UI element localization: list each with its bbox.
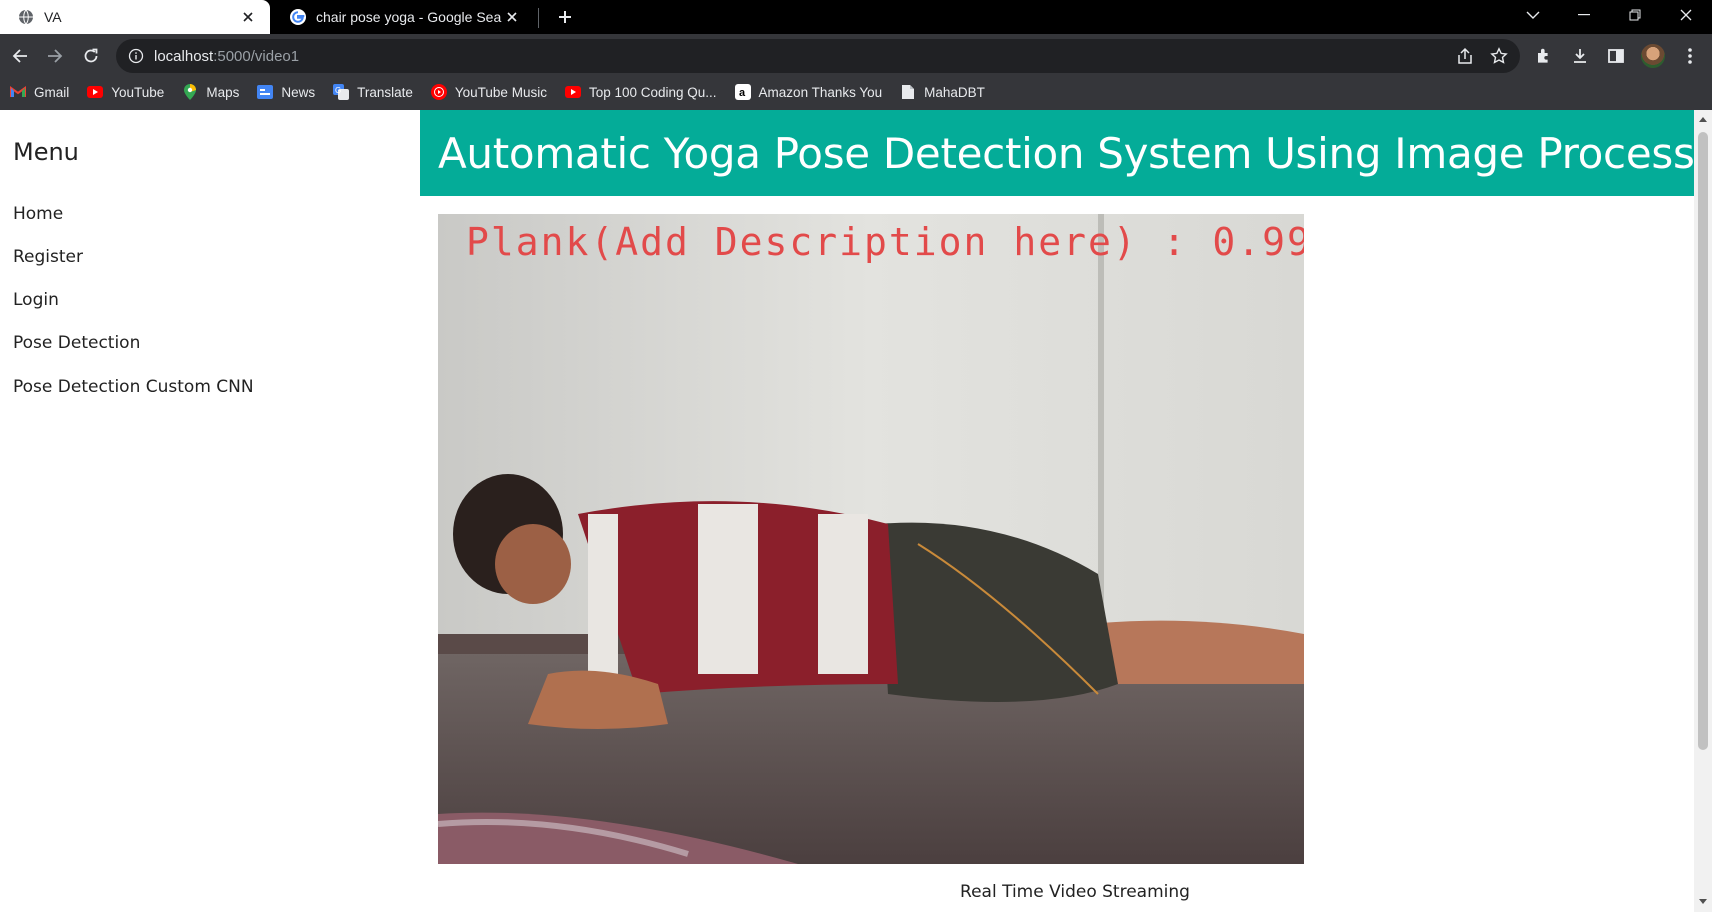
download-icon[interactable] — [1566, 42, 1594, 70]
page-content: Menu Home Register Login Pose Detection … — [0, 110, 1712, 912]
bookmark-label: News — [281, 84, 316, 100]
restore-icon — [1629, 9, 1641, 21]
profile-avatar[interactable] — [1641, 44, 1665, 68]
svg-text:a: a — [739, 87, 746, 99]
tab-separator — [538, 8, 539, 28]
video-stream: Plank(Add Description here) : 0.999998 — [438, 214, 1304, 864]
bookmark-label: YouTube — [111, 84, 165, 100]
forward-button[interactable] — [41, 42, 69, 70]
url-text: localhost:5000/video1 — [154, 48, 299, 65]
translate-icon: G — [333, 84, 350, 100]
bookmark-label: Amazon Thanks You — [758, 84, 883, 100]
bookmark-youtube[interactable]: YouTube — [87, 84, 164, 100]
back-arrow-icon — [12, 49, 27, 63]
side-panel-icon[interactable] — [1602, 42, 1630, 70]
bookmark-star-icon[interactable] — [1488, 45, 1510, 67]
extensions-icon[interactable] — [1530, 42, 1558, 70]
close-icon — [1680, 9, 1692, 21]
menu-item-pose-detection-custom-cnn[interactable]: Pose Detection Custom CNN — [13, 377, 254, 397]
menu-item-login[interactable]: Login — [13, 290, 59, 310]
tab-google-search[interactable]: chair pose yoga - Google Search — [272, 0, 534, 34]
site-info-icon[interactable] — [128, 48, 144, 64]
tab-search-button[interactable] — [1510, 0, 1556, 30]
scroll-thumb[interactable] — [1698, 132, 1708, 750]
back-button[interactable] — [6, 42, 34, 70]
page-title: Automatic Yoga Pose Detection System Usi… — [438, 128, 1712, 178]
menu-item-pose-detection[interactable]: Pose Detection — [13, 333, 140, 353]
scrollbar[interactable] — [1694, 110, 1712, 912]
svg-text:G: G — [335, 86, 341, 95]
google-g-icon — [290, 9, 306, 25]
bookmark-top-100-coding[interactable]: Top 100 Coding Qu... — [564, 84, 717, 100]
restore-button[interactable] — [1612, 0, 1658, 30]
bookmark-gmail[interactable]: Gmail — [10, 84, 69, 100]
sidebar: Menu Home Register Login Pose Detection … — [0, 110, 420, 912]
bookmark-youtube-music[interactable]: YouTube Music — [430, 84, 547, 100]
scroll-up-icon[interactable] — [1698, 114, 1708, 124]
bookmarks-bar: Gmail YouTube Maps News G Translate YouT… — [0, 80, 993, 104]
bookmark-label: MahaDBT — [924, 84, 985, 100]
minimize-button[interactable] — [1561, 0, 1607, 30]
more-menu-icon[interactable] — [1676, 42, 1704, 70]
chevron-down-icon — [1526, 11, 1540, 19]
amazon-icon: a — [734, 84, 751, 100]
reload-icon — [84, 48, 98, 63]
close-tab-icon[interactable] — [238, 7, 258, 27]
forward-arrow-icon — [48, 49, 63, 63]
bookmark-mahadbt[interactable]: MahaDBT — [900, 84, 985, 100]
bookmark-maps[interactable]: Maps — [182, 84, 239, 100]
bookmark-amazon[interactable]: a Amazon Thanks You — [734, 84, 883, 100]
close-window-button[interactable] — [1663, 0, 1709, 30]
tab-title: VA — [44, 9, 62, 25]
scroll-down-icon[interactable] — [1698, 896, 1708, 906]
bookmark-label: Maps — [206, 84, 240, 100]
bookmark-label: Top 100 Coding Qu... — [588, 84, 717, 100]
video-frame-image — [438, 214, 1304, 864]
share-icon[interactable] — [1454, 45, 1476, 67]
tab-title: chair pose yoga - Google Search — [316, 9, 502, 25]
youtube-icon — [87, 84, 104, 100]
bookmark-label: Translate — [357, 84, 413, 100]
plus-icon — [559, 11, 571, 23]
main-content: Automatic Yoga Pose Detection System Usi… — [420, 110, 1712, 912]
bookmark-label: Gmail — [34, 84, 70, 100]
bookmark-label: YouTube Music — [454, 84, 547, 100]
url-host: localhost — [154, 47, 214, 65]
minimize-icon — [1578, 14, 1590, 16]
new-tab-button[interactable] — [552, 4, 578, 30]
bookmark-translate[interactable]: G Translate — [333, 84, 413, 100]
menu-title: Menu — [13, 138, 79, 166]
gmail-icon — [10, 84, 26, 100]
prediction-overlay: Plank(Add Description here) : 0.999998 — [466, 220, 1304, 264]
video-caption: Real Time Video Streaming — [960, 882, 1190, 902]
url-path: :5000/video1 — [213, 47, 300, 65]
close-tab-icon[interactable] — [502, 7, 522, 27]
tab-va[interactable]: VA — [0, 0, 270, 34]
reload-button[interactable] — [77, 42, 105, 70]
menu-item-home[interactable]: Home — [13, 204, 63, 224]
menu-item-register[interactable]: Register — [13, 247, 83, 267]
news-icon — [257, 84, 274, 100]
tab-strip: VA chair pose yoga - Google Search — [0, 0, 1712, 34]
globe-icon — [18, 9, 34, 25]
youtube-music-icon — [430, 84, 447, 100]
page-header: Automatic Yoga Pose Detection System Usi… — [420, 110, 1712, 196]
youtube-icon — [564, 84, 581, 100]
bookmark-page-icon — [900, 84, 916, 100]
address-bar[interactable]: localhost:5000/video1 — [116, 39, 1520, 73]
maps-icon — [182, 84, 198, 100]
bookmark-news[interactable]: News — [257, 84, 315, 100]
